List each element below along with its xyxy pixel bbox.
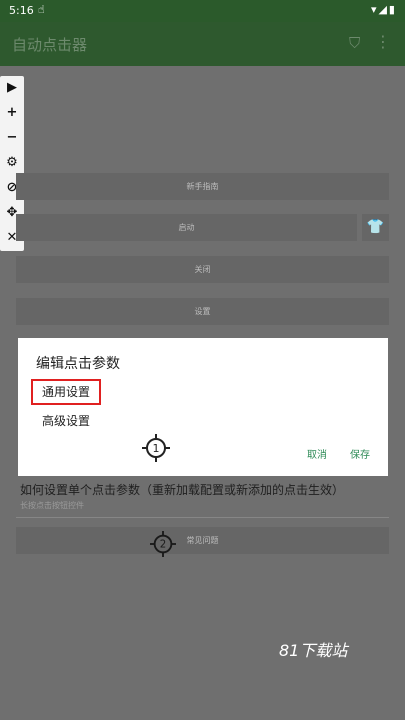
- dialog-title: 编辑点击参数: [36, 356, 120, 372]
- divider: [16, 517, 389, 518]
- shirt-icon[interactable]: 👕: [362, 214, 389, 241]
- settings-button[interactable]: 设置: [16, 298, 389, 325]
- tab-advanced-settings[interactable]: 高级设置: [42, 412, 90, 429]
- edit-click-dialog: 编辑点击参数 通用设置 高级设置 1 取消 保存: [18, 338, 388, 476]
- guide-button[interactable]: 新手指南: [16, 173, 389, 200]
- info-heading: 如何设置单个点击参数（重新加载配置或新添加的点击生效）: [20, 483, 345, 497]
- crosshair-target-icon[interactable]: 2: [150, 531, 176, 557]
- more-options-icon[interactable]: ⋮: [375, 32, 391, 51]
- target-number: 2: [160, 540, 167, 551]
- start-button[interactable]: 启动: [16, 214, 357, 241]
- faq-button[interactable]: 常见问题: [16, 527, 389, 554]
- app-bar: 自动点击器 ⛉ ⋮: [0, 22, 405, 66]
- status-bar: 5:16 ☝ ▾◢▮: [0, 0, 405, 22]
- plus-icon[interactable]: +: [0, 101, 24, 125]
- system-icons: ▾◢▮: [370, 3, 397, 16]
- crosshair-target-icon[interactable]: 1: [142, 434, 170, 462]
- play-icon[interactable]: ▶: [0, 76, 24, 100]
- watermark: 81下载站: [279, 641, 348, 660]
- cancel-button[interactable]: 取消: [307, 446, 327, 461]
- save-button[interactable]: 保存: [350, 446, 370, 461]
- touch-icon: ☝: [38, 3, 45, 16]
- close-button[interactable]: 关闭: [16, 256, 389, 283]
- tab-general-settings[interactable]: 通用设置: [31, 379, 101, 405]
- target-number: 1: [153, 442, 160, 455]
- shield-icon[interactable]: ⛉: [349, 34, 367, 52]
- status-time: 5:16: [9, 4, 34, 17]
- minus-icon[interactable]: −: [0, 126, 24, 150]
- info-subtext: 长按点击按钮控件: [20, 501, 84, 510]
- app-title: 自动点击器: [12, 36, 88, 54]
- gear-icon[interactable]: ⚙: [0, 151, 24, 175]
